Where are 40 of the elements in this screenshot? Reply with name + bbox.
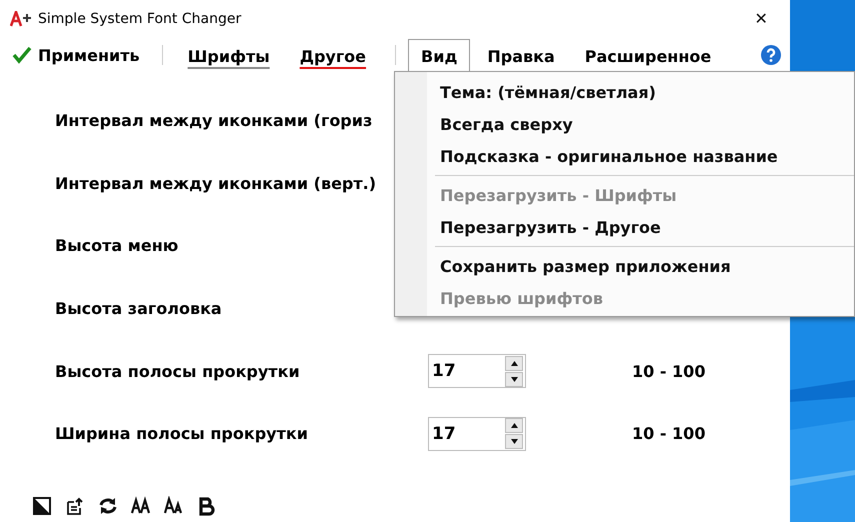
close-button[interactable]: ✕	[738, 0, 784, 38]
menu-tab[interactable]: Вид	[408, 39, 470, 72]
menu-tab[interactable]: Правка	[474, 39, 568, 72]
setting-label: Интервал между иконками (гориз	[55, 110, 374, 130]
setting-label: Высота полосы прокрутки	[55, 362, 301, 381]
range-text: 10 - 100	[632, 362, 706, 381]
menu-tab[interactable]: Расширенное	[572, 39, 724, 72]
up-caret-icon	[510, 360, 518, 366]
setting-label: Интервал между иконками (верт.)	[55, 174, 378, 193]
menu-item[interactable]: Сохранить размер приложения	[395, 250, 854, 282]
help-icon[interactable]	[760, 44, 782, 66]
font-size-icon[interactable]	[131, 496, 151, 516]
setting-label: Высота заголовка	[55, 298, 223, 318]
spin-up-button[interactable]	[505, 418, 523, 434]
down-caret-icon	[510, 376, 518, 382]
apply-button[interactable]: Применить	[12, 46, 150, 64]
spin-down-button[interactable]	[505, 372, 523, 387]
menu-tab[interactable]: Другое	[286, 39, 380, 72]
menu-tab[interactable]: Шрифты	[174, 39, 283, 72]
number-spinner[interactable]: 17	[428, 416, 526, 451]
menu-item[interactable]: Подсказка - оригинальное название	[395, 140, 854, 172]
up-caret-icon	[510, 423, 518, 428]
font-case-icon[interactable]	[164, 496, 184, 516]
menu-item[interactable]: Тема: (тёмная/светлая)	[395, 76, 854, 108]
refresh-icon[interactable]	[98, 496, 118, 516]
menu-item[interactable]: Перезагрузить - Другое	[395, 211, 854, 243]
contrast-icon[interactable]	[32, 496, 52, 516]
export-icon[interactable]	[65, 496, 85, 516]
app-logo-icon	[10, 11, 32, 27]
menu-item[interactable]: Всегда сверху	[395, 108, 854, 140]
spin-down-button[interactable]	[505, 434, 523, 450]
window-title: Simple System Font Changer	[38, 11, 242, 27]
checkmark-icon	[12, 46, 32, 64]
setting-label: Высота меню	[55, 236, 180, 256]
setting-label: Ширина полосы прокрутки	[55, 424, 309, 444]
number-spinner[interactable]: 17	[428, 354, 526, 388]
down-caret-icon	[510, 439, 518, 444]
range-text: 10 - 100	[632, 424, 706, 444]
bold-icon[interactable]	[197, 496, 217, 516]
spin-up-button[interactable]	[505, 356, 523, 371]
